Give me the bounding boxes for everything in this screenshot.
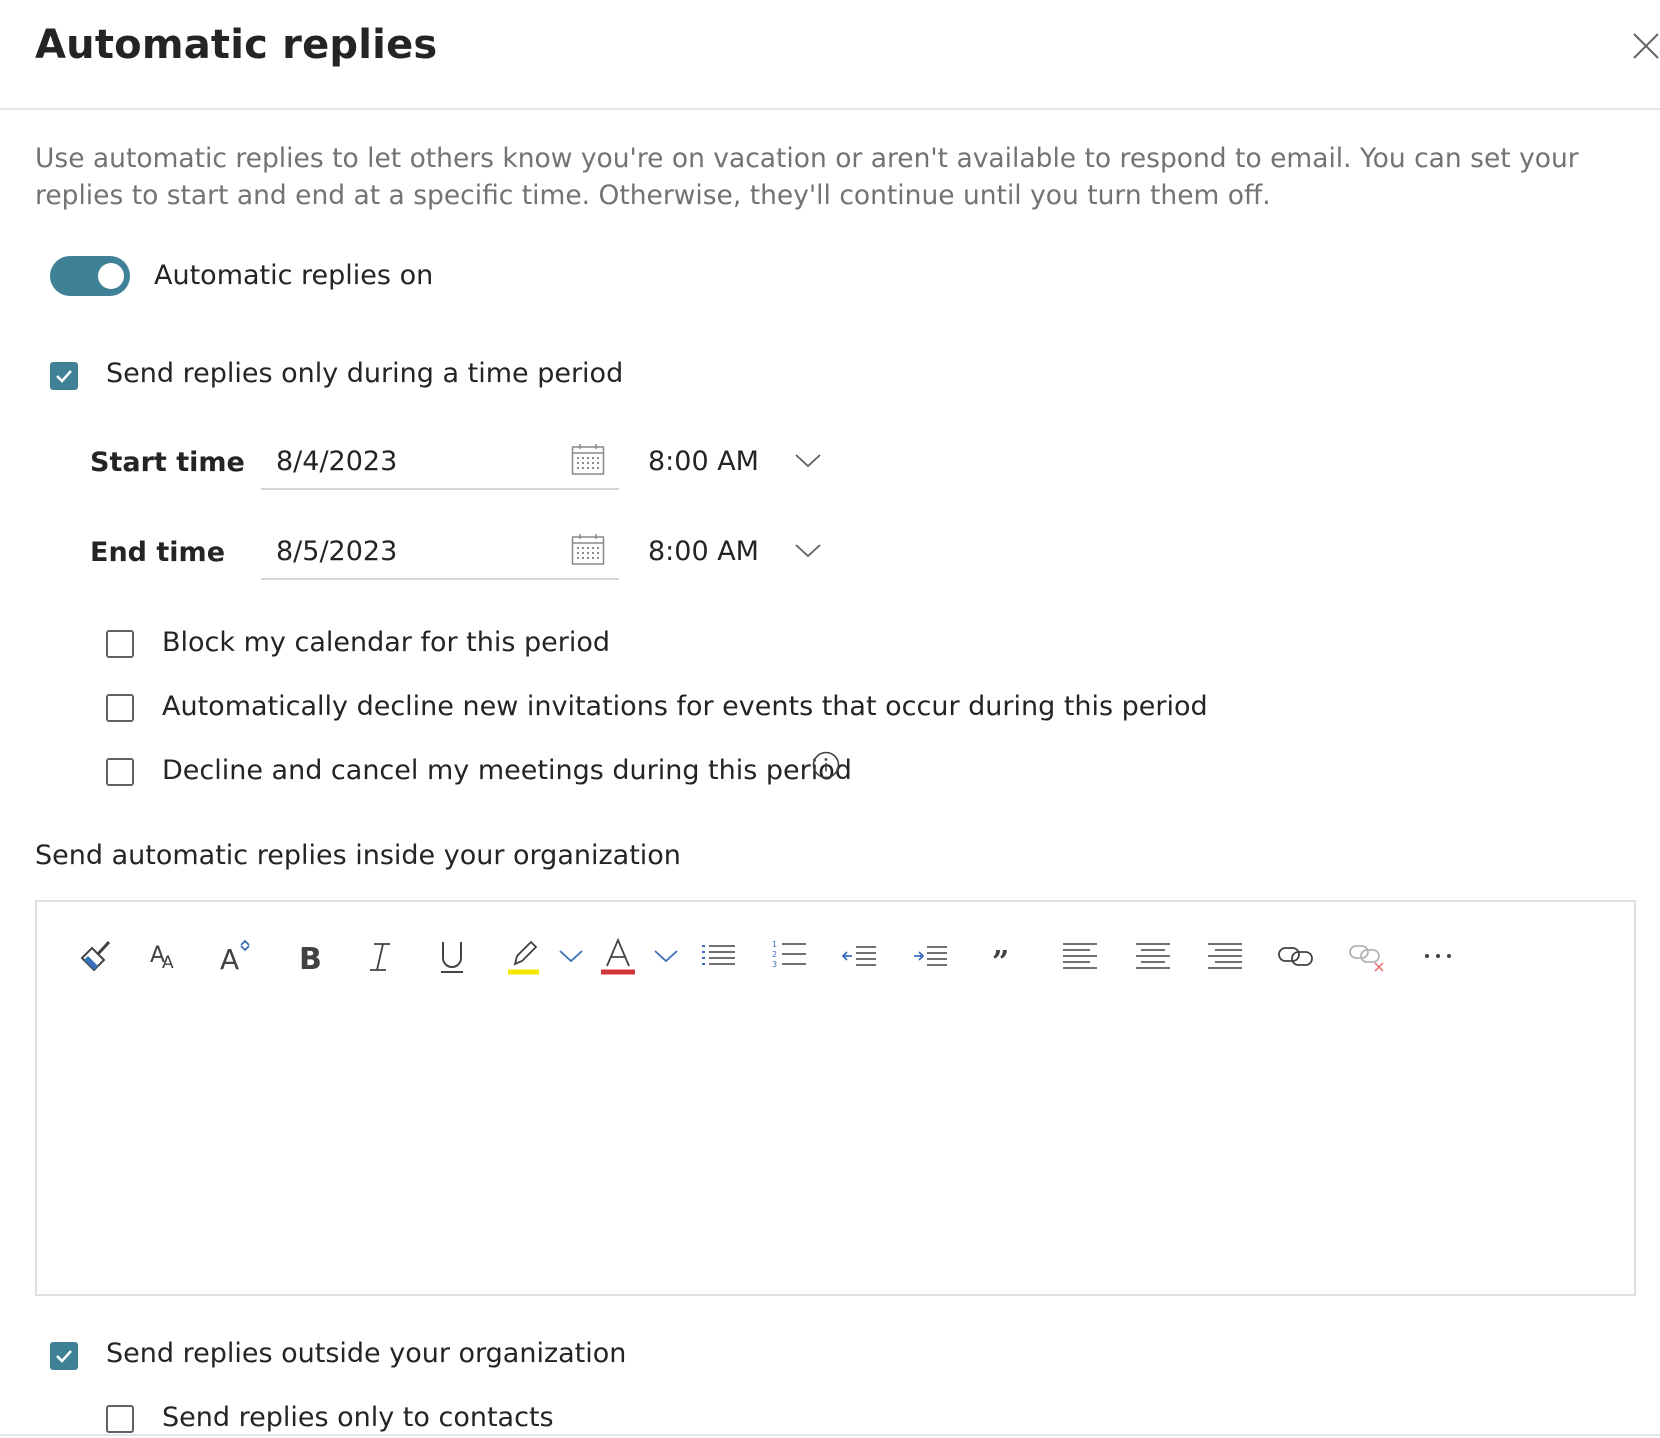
decline-invitations-checkbox[interactable] xyxy=(106,694,134,722)
inside-org-reply-editor[interactable]: A A A B 1 2 3 ” xyxy=(35,900,1636,1296)
font-color-dropdown[interactable] xyxy=(648,932,684,980)
svg-text:3: 3 xyxy=(772,960,777,969)
info-icon[interactable] xyxy=(811,750,841,780)
more-icon xyxy=(1425,954,1451,958)
calendar-icon[interactable] xyxy=(571,534,605,566)
remove-link-button[interactable] xyxy=(1343,932,1391,980)
dialog-description: Use automatic replies to let others know… xyxy=(35,143,1579,211)
checkmark-icon xyxy=(56,370,72,383)
svg-text:1: 1 xyxy=(772,940,777,949)
end-time-value[interactable]: 8:00 AM xyxy=(648,536,759,567)
link-icon xyxy=(1278,947,1313,966)
bullets-button[interactable] xyxy=(695,932,743,980)
decline-cancel-meetings-checkbox[interactable] xyxy=(106,758,134,786)
block-calendar-label: Block my calendar for this period xyxy=(162,627,611,658)
quote-icon: ” xyxy=(992,945,1009,976)
chevron-down-icon xyxy=(559,950,583,963)
numbering-button[interactable]: 123 xyxy=(766,932,814,980)
align-center-icon xyxy=(1136,943,1170,969)
svg-text:B: B xyxy=(299,942,322,976)
svg-text:”: ” xyxy=(992,945,1009,976)
toggle-label: Automatic replies on xyxy=(154,260,434,291)
font-color-icon xyxy=(601,937,635,975)
align-left-button[interactable] xyxy=(1056,932,1104,980)
underline-button[interactable] xyxy=(428,932,476,980)
more-options-button[interactable] xyxy=(1414,932,1462,980)
font-color-button[interactable] xyxy=(594,932,642,980)
numbering-icon: 123 xyxy=(772,940,806,969)
grow-font-icon: A xyxy=(220,939,250,976)
start-date-field[interactable]: 8/4/2023 xyxy=(261,444,619,490)
outside-org-checkbox[interactable] xyxy=(50,1342,78,1370)
header-divider xyxy=(0,108,1660,110)
end-time-label: End time xyxy=(90,537,225,568)
align-left-icon xyxy=(1063,943,1097,969)
highlight-dropdown[interactable] xyxy=(553,932,589,980)
automatic-replies-toggle[interactable] xyxy=(50,256,130,296)
end-date-field[interactable]: 8/5/2023 xyxy=(261,534,619,580)
svg-text:2: 2 xyxy=(772,950,777,959)
svg-text:A: A xyxy=(220,943,239,976)
outside-org-label: Send replies outside your organization xyxy=(106,1338,627,1369)
italic-icon xyxy=(370,943,390,971)
font-size-button[interactable]: A A xyxy=(142,932,190,980)
bold-button[interactable]: B xyxy=(285,932,333,980)
increase-indent-button[interactable] xyxy=(907,932,955,980)
block-calendar-checkbox[interactable] xyxy=(106,630,134,658)
decline-invitations-label: Automatically decline new invitations fo… xyxy=(162,691,1208,722)
align-center-button[interactable] xyxy=(1129,932,1177,980)
align-right-icon xyxy=(1208,943,1242,969)
time-period-checkbox[interactable] xyxy=(50,362,78,390)
format-painter-button[interactable] xyxy=(72,932,120,980)
highlight-icon xyxy=(508,940,539,975)
bullets-icon xyxy=(702,945,735,965)
svg-text:A: A xyxy=(162,953,174,973)
increase-indent-icon xyxy=(914,946,947,966)
end-date-value: 8/5/2023 xyxy=(276,536,398,567)
bold-icon: B xyxy=(299,942,322,976)
dialog-title: Automatic replies xyxy=(35,22,438,68)
bottom-edge xyxy=(0,1434,1660,1436)
decline-cancel-meetings-label: Decline and cancel my meetings during th… xyxy=(162,755,852,786)
chevron-down-icon xyxy=(654,950,678,963)
inside-org-heading: Send automatic replies inside your organ… xyxy=(35,840,681,871)
end-time-chevron-down-icon[interactable] xyxy=(794,542,822,560)
time-period-label: Send replies only during a time period xyxy=(106,358,624,389)
contacts-only-checkbox[interactable] xyxy=(106,1405,134,1433)
start-time-value[interactable]: 8:00 AM xyxy=(648,446,759,477)
decrease-indent-button[interactable] xyxy=(836,932,884,980)
remove-link-icon xyxy=(1349,945,1384,972)
font-size-icon: A A xyxy=(150,943,174,973)
close-button[interactable] xyxy=(1630,30,1660,70)
highlight-button[interactable] xyxy=(499,932,547,980)
italic-button[interactable] xyxy=(356,932,404,980)
contacts-only-label: Send replies only to contacts xyxy=(162,1402,554,1433)
calendar-icon[interactable] xyxy=(571,444,605,476)
toggle-knob xyxy=(98,263,124,289)
start-time-chevron-down-icon[interactable] xyxy=(794,452,822,470)
format-painter-icon xyxy=(80,940,111,972)
underline-icon xyxy=(441,942,463,973)
close-icon xyxy=(1633,33,1659,59)
start-time-label: Start time xyxy=(90,447,245,478)
align-right-button[interactable] xyxy=(1201,932,1249,980)
grow-font-button[interactable]: A xyxy=(213,932,261,980)
decrease-indent-icon xyxy=(841,946,876,966)
insert-link-button[interactable] xyxy=(1272,932,1320,980)
checkmark-icon xyxy=(56,1350,72,1363)
quote-button[interactable]: ” xyxy=(979,932,1027,980)
start-date-value: 8/4/2023 xyxy=(276,446,398,477)
